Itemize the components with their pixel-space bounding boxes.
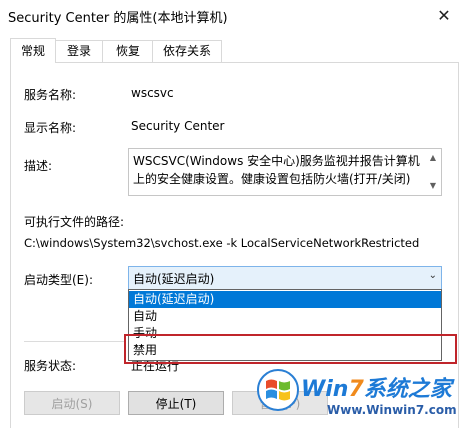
option-auto-delayed[interactable]: 自动(延迟启动) bbox=[129, 291, 441, 308]
scroll-down-icon[interactable]: ▼ bbox=[427, 180, 439, 192]
tab-general[interactable]: 常规 bbox=[10, 38, 56, 63]
chevron-down-icon[interactable]: ⌄ bbox=[429, 270, 437, 281]
title-bar: Security Center 的属性(本地计算机) ✕ bbox=[0, 0, 465, 32]
properties-dialog: Security Center 的属性(本地计算机) ✕ 常规 登录 恢复 依存… bbox=[0, 0, 465, 428]
exe-path-value: C:\windows\System32\svchost.exe -k Local… bbox=[24, 236, 420, 250]
watermark-brand-cn: 系统之家 bbox=[363, 377, 452, 402]
scroll-up-icon[interactable]: ▲ bbox=[427, 152, 439, 164]
start-button[interactable]: 启动(S) bbox=[24, 391, 120, 415]
startup-type-select[interactable]: 自动(延迟启动) ⌄ bbox=[128, 266, 442, 290]
exe-path-label: 可执行文件的路径: bbox=[24, 215, 125, 229]
display-name-value: Security Center bbox=[131, 119, 225, 133]
tab-recovery[interactable]: 恢复 bbox=[102, 40, 154, 62]
description-label: 描述: bbox=[24, 159, 53, 173]
watermark-brand-7: 7 bbox=[348, 377, 364, 402]
divider bbox=[24, 341, 124, 342]
watermark: Win7系统之家 Www.Winwin7.com bbox=[257, 365, 465, 427]
service-name-value: wscsvc bbox=[131, 86, 174, 100]
watermark-brand: Win7系统之家 bbox=[301, 371, 452, 403]
startup-type-label: 启动类型(E): bbox=[24, 273, 93, 287]
highlight-box bbox=[124, 334, 457, 364]
service-name-label: 服务名称: bbox=[24, 88, 77, 102]
option-auto[interactable]: 自动 bbox=[129, 308, 441, 325]
close-icon[interactable]: ✕ bbox=[429, 4, 459, 28]
description-box[interactable]: WSCSVC(Windows 安全中心)服务监视并报告计算机上的安全健康设置。健… bbox=[128, 148, 442, 196]
startup-type-value: 自动(延迟启动) bbox=[133, 272, 215, 286]
service-status-label: 服务状态: bbox=[24, 359, 77, 373]
watermark-brand-win: Win bbox=[301, 377, 349, 402]
window-title: Security Center 的属性(本地计算机) bbox=[8, 11, 228, 26]
description-text: WSCSVC(Windows 安全中心)服务监视并报告计算机上的安全健康设置。健… bbox=[133, 154, 420, 186]
tab-dependencies[interactable]: 依存关系 bbox=[152, 40, 222, 62]
windows-logo-icon bbox=[257, 369, 299, 411]
tab-logon[interactable]: 登录 bbox=[54, 40, 104, 62]
watermark-url: Www.Winwin7.com bbox=[327, 403, 457, 417]
stop-button[interactable]: 停止(T) bbox=[128, 391, 224, 415]
display-name-label: 显示名称: bbox=[24, 121, 77, 135]
